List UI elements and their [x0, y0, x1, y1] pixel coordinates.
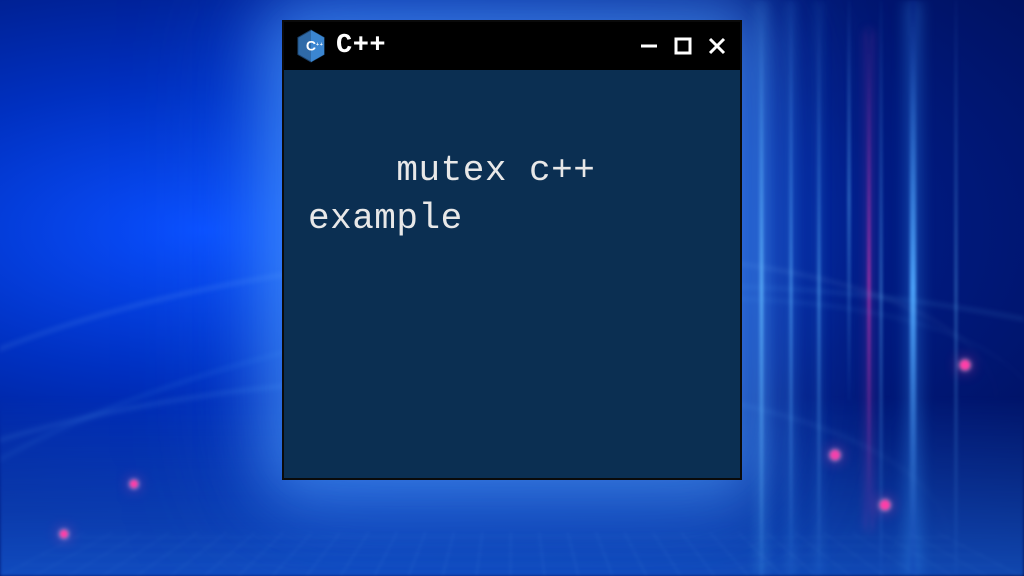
minimize-button[interactable]	[638, 35, 660, 57]
svg-text:+: +	[316, 42, 319, 48]
titlebar[interactable]: C + + C++	[284, 22, 740, 70]
svg-text:C: C	[306, 38, 316, 54]
window-title: C++	[336, 31, 628, 61]
window-controls	[638, 35, 728, 57]
maximize-button[interactable]	[672, 35, 694, 57]
terminal-text: mutex c++ example	[308, 150, 617, 240]
svg-text:+: +	[320, 42, 323, 48]
close-button[interactable]	[706, 35, 728, 57]
terminal-body[interactable]: mutex c++ example	[284, 70, 740, 478]
terminal-window: C + + C++ mutex c++ example	[282, 20, 742, 480]
cpp-logo-icon: C + +	[296, 29, 326, 63]
